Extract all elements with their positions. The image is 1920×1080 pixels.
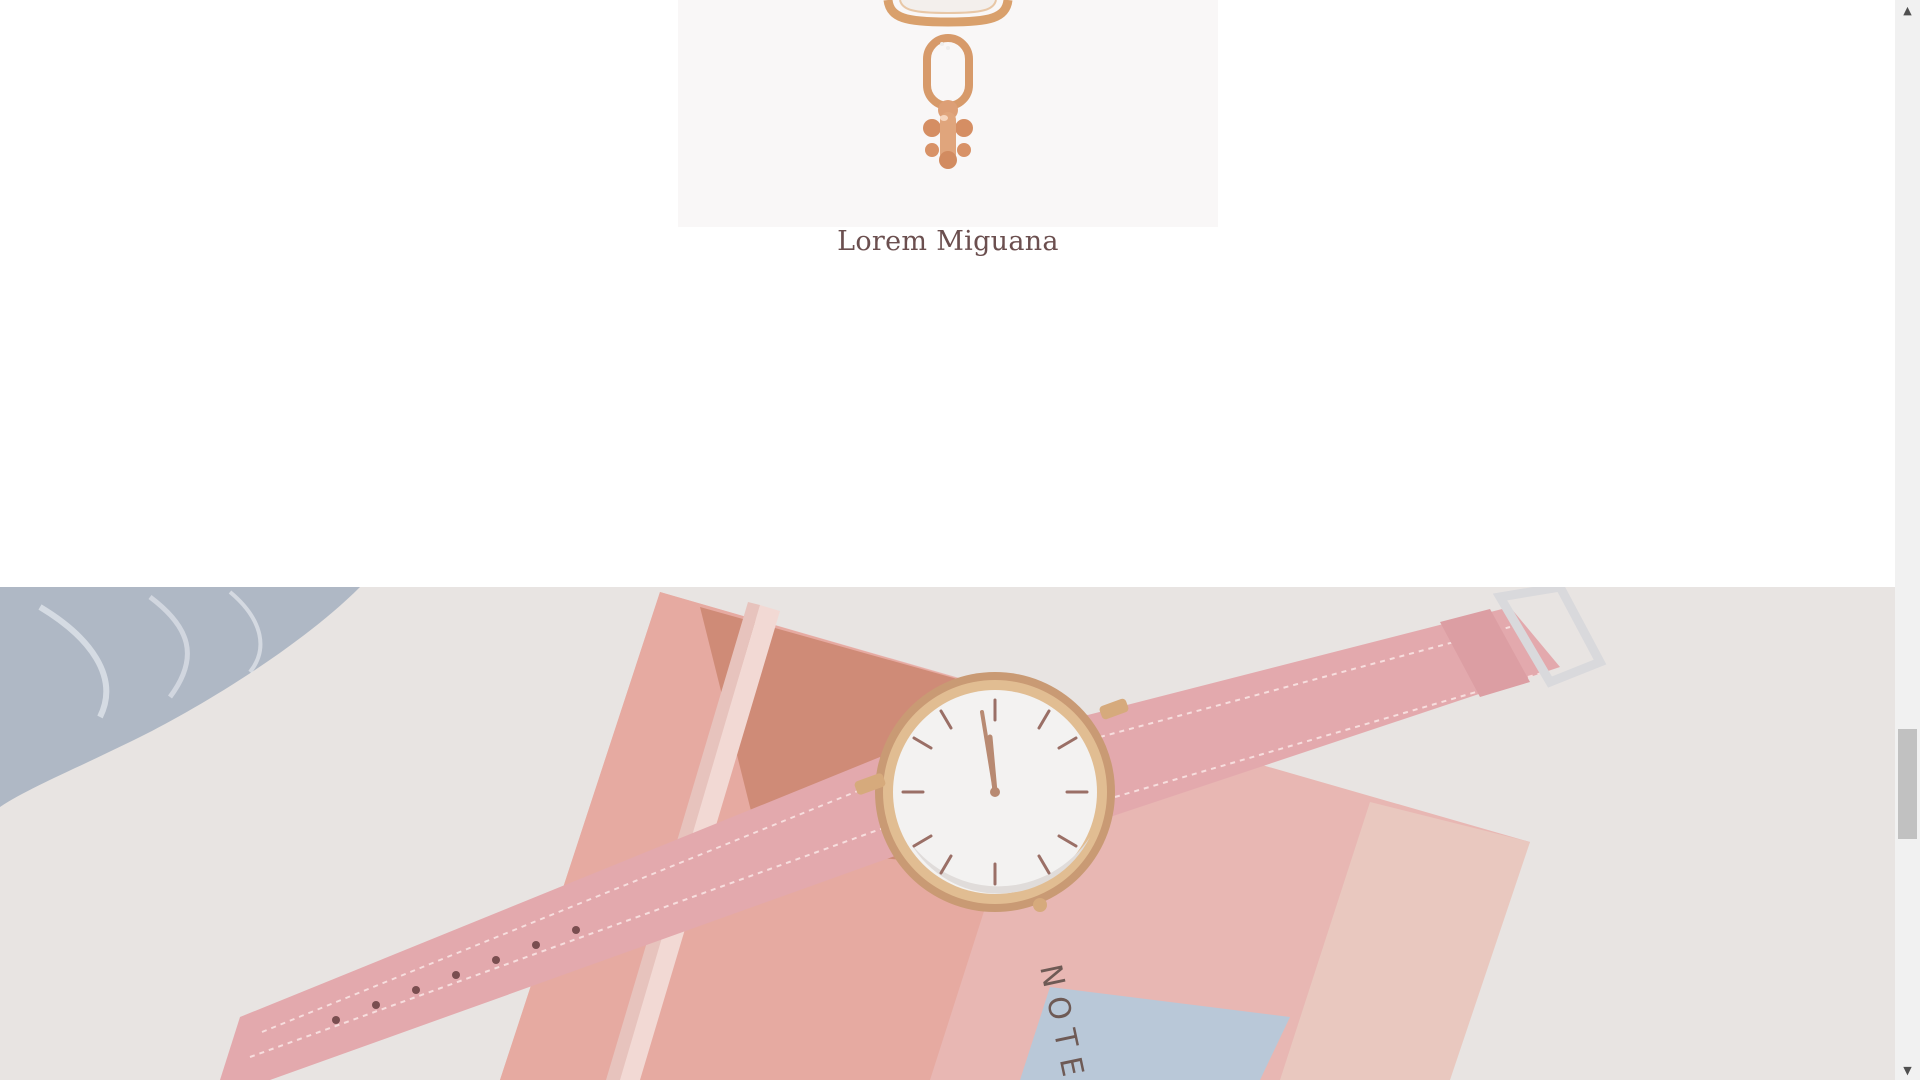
vertical-scrollbar[interactable]: ▲ ▼ [1895, 0, 1920, 1080]
scrollbar-thumb[interactable] [1898, 729, 1917, 839]
hero-image: NOTES [0, 587, 1895, 1080]
scroll-up-icon[interactable]: ▲ [1895, 0, 1920, 20]
product-title[interactable]: Lorem Miguana [678, 226, 1218, 257]
product-card[interactable] [678, 0, 1218, 227]
scroll-down-icon[interactable]: ▼ [1895, 1060, 1920, 1080]
page-content: Lorem Miguana NOTES [0, 0, 1895, 1080]
product-image[interactable] [678, 0, 1218, 227]
